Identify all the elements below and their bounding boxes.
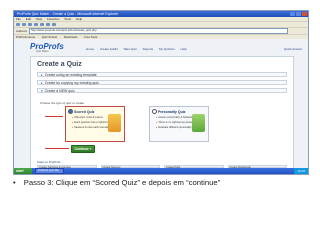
address-input[interactable]: http://www.proprofs.com/quiz-school/crea… [29,28,288,34]
nav-help[interactable]: Help [181,47,187,51]
window-controls [290,12,307,16]
option-copy-quiz[interactable]: ▸ Create by copying my existing quiz [37,80,287,85]
highlight-arrow [45,116,63,117]
clock: 10:25 [294,168,308,174]
browser-titlebar: ProProfs Quiz Maker - Create a Quiz - Mi… [14,11,308,17]
home-icon[interactable] [40,23,44,26]
radio-icon[interactable] [152,109,157,114]
scored-quiz-title: Scored Quiz [74,109,95,114]
back-icon[interactable] [16,23,20,26]
address-label: Address [16,29,28,33]
nav-create-edit[interactable]: Create & Edit [100,47,118,51]
page-title: Create a Quiz [37,61,82,68]
personality-quiz-illustration [192,114,205,132]
bullet: • [13,178,16,187]
option-existing-template[interactable]: ▸ Create using an existing template [37,72,287,77]
taskbar-item[interactable]: ProProfs Quiz Ma... [35,168,64,174]
screenshot: ProProfs Quiz Maker - Create a Quiz - Mi… [13,10,309,175]
menu-file[interactable]: File [16,17,21,21]
stop-icon[interactable] [28,23,32,26]
favorites-icon[interactable] [52,23,56,26]
nav-reports[interactable]: Reports [143,47,154,51]
highlight-arrow [45,148,69,149]
menu-favorites[interactable]: Favorites [47,17,59,21]
option-label: Create a NEW quiz [44,89,75,93]
nav-home[interactable]: Home [86,47,94,51]
minimize-icon[interactable] [290,12,295,16]
start-button[interactable]: start [14,168,32,174]
nav-take-quiz[interactable]: Take Quiz [123,47,136,51]
chevron-right-icon: ▸ [41,73,43,77]
stats-title: Stats on ProProfs [37,160,61,164]
taskbar: start ProProfs Quiz Ma... 10:25 [14,168,308,174]
scored-quiz-card[interactable]: Scored Quiz Objective, tests & exams Eac… [65,106,125,142]
search-icon[interactable] [46,23,50,26]
personality-quiz-title: Personality Quiz [158,109,186,114]
close-icon[interactable] [302,12,307,16]
slide-caption: • Passo 3: Clique em “Scored Quiz” e depo… [13,178,220,187]
create-quiz-panel: Create a Quiz ▸ Create using an existing … [30,56,294,170]
option-label: Create using an existing template [44,73,97,77]
menu-view[interactable]: View [36,17,42,21]
radio-selected-icon[interactable] [68,109,73,114]
web-page: ProProfs Quiz Maker Home Create & Edit T… [14,39,308,170]
site-nav: Home Create & Edit Take Quiz Reports My … [86,47,192,51]
choose-quiz-type-label: Choose the type of quiz to create [40,101,85,105]
nav-my-quizzes[interactable]: My Quizzes [159,47,175,51]
caption-text: Passo 3: Clique em “Scored Quiz” e depoi… [23,178,221,187]
personality-quiz-card[interactable]: Personality Quiz Assess personality & be… [149,106,209,142]
menu-edit[interactable]: Edit [26,17,31,21]
refresh-icon[interactable] [34,23,38,26]
chevron-right-icon: ▸ [41,81,43,85]
quick-access-link[interactable]: Quick Access [284,47,302,51]
scored-quiz-illustration [108,114,121,132]
option-label: Create by copying my existing quiz [44,81,99,85]
address-bar: Address http://www.proprofs.com/quiz-sch… [14,27,308,34]
window-title: ProProfs Quiz Maker - Create a Quiz - Mi… [17,12,119,16]
chevron-down-icon: ▾ [41,89,43,93]
continue-button[interactable]: Continue » [71,145,95,153]
maximize-icon[interactable] [296,12,301,16]
forward-icon[interactable] [22,23,26,26]
menu-tools[interactable]: Tools [64,17,71,21]
menu-help[interactable]: Help [76,17,82,21]
logo-subtitle: Quiz Maker [36,50,49,53]
option-new-quiz[interactable]: ▾ Create a NEW quiz [37,88,287,93]
